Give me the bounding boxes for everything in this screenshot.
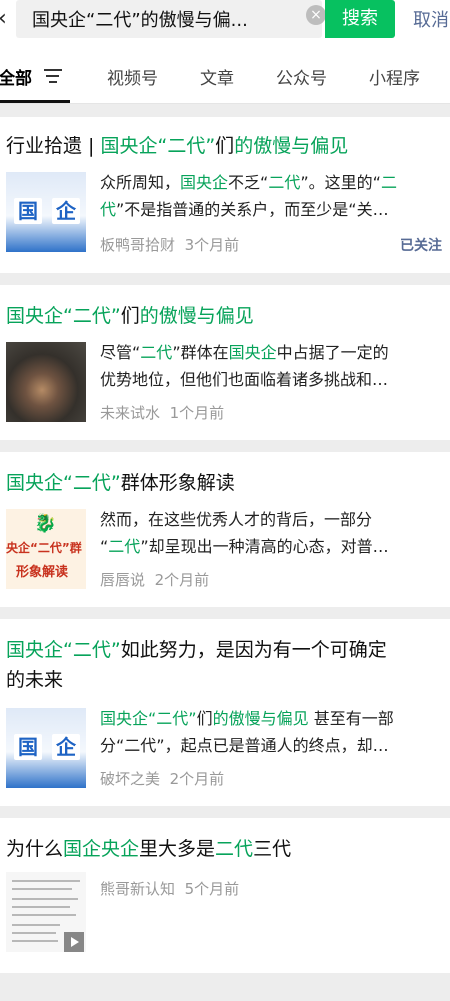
search-input[interactable]: 国央企“二代”的傲慢与偏... × bbox=[16, 0, 326, 38]
post-time: 2个月前 bbox=[169, 770, 225, 788]
result-title[interactable]: 国央企“二代”群体形象解读 bbox=[6, 468, 446, 498]
result-snippet-line-1: 众所周知，国央企不乏“二代”。这里的“二 bbox=[100, 173, 397, 192]
tab-articles[interactable]: 文章 bbox=[200, 64, 234, 89]
tab-bar: 全部 视频号 文章 公众号 小程序 bbox=[0, 42, 450, 104]
back-icon[interactable]: ‹ bbox=[0, 6, 16, 32]
result-thumbnail: 国 企 bbox=[6, 172, 86, 252]
clear-icon[interactable]: × bbox=[306, 5, 326, 25]
result-title[interactable]: 国央企“二代”如此努力，是因为有一个可确定 bbox=[6, 635, 446, 665]
result-title[interactable]: 国央企“二代”们的傲慢与偏见 bbox=[6, 301, 446, 331]
source-name[interactable]: 板鸭哥拾财 bbox=[100, 236, 175, 254]
result-thumbnail: 🐉 央企“二代”群 形象解读 bbox=[6, 509, 86, 589]
cancel-button[interactable]: 取消 bbox=[413, 6, 449, 32]
result-title-line-2[interactable]: 的未来 bbox=[6, 665, 446, 695]
tab-miniprograms[interactable]: 小程序 bbox=[369, 64, 420, 89]
result-meta: 未来试水 1个月前 bbox=[100, 402, 224, 423]
source-name[interactable]: 熊哥新认知 bbox=[100, 880, 175, 898]
result-card-5[interactable]: 为什么国企央企里大多是二代三代 熊哥新认知 5个月前 bbox=[0, 818, 450, 973]
followed-badge: 已关注 bbox=[400, 238, 442, 254]
result-card-2[interactable]: 国央企“二代”们的傲慢与偏见 尽管“二代”群体在国央企中占据了一定的 优势地位，… bbox=[0, 285, 450, 440]
search-button[interactable]: 搜索 bbox=[325, 0, 395, 38]
dragon-icon: 🐉 bbox=[34, 513, 57, 534]
result-thumbnail: 国 企 bbox=[6, 708, 86, 788]
post-time: 3个月前 bbox=[184, 236, 240, 254]
source-name[interactable]: 破坏之美 bbox=[100, 770, 160, 788]
result-card-4[interactable]: 国央企“二代”如此努力，是因为有一个可确定 的未来 国 企 国央企“二代”们的傲… bbox=[0, 619, 450, 806]
result-card-3[interactable]: 国央企“二代”群体形象解读 🐉 央企“二代”群 形象解读 然而，在这些优秀人才的… bbox=[0, 452, 450, 607]
result-meta: 熊哥新认知 5个月前 bbox=[100, 878, 239, 899]
post-time: 1个月前 bbox=[169, 404, 225, 422]
result-snippet-line-1: 国央企“二代”们的傲慢与偏见 甚至有一部 bbox=[100, 709, 394, 728]
result-snippet-line-2: 分“二代”，起点已是普通人的终点，却… bbox=[100, 736, 389, 755]
play-icon[interactable] bbox=[64, 932, 84, 952]
post-time: 5个月前 bbox=[184, 880, 240, 898]
result-thumbnail bbox=[6, 872, 86, 952]
post-time: 2个月前 bbox=[154, 571, 210, 589]
result-snippet-line-1: 然而，在这些优秀人才的背后，一部分 bbox=[100, 510, 373, 529]
search-bar: ‹ 国央企“二代”的傲慢与偏... × 搜索 取消 bbox=[0, 0, 450, 42]
result-meta: 破坏之美 2个月前 bbox=[100, 768, 224, 789]
source-name[interactable]: 未来试水 bbox=[100, 404, 160, 422]
result-meta: 板鸭哥拾财 3个月前 bbox=[100, 234, 239, 255]
tab-channels[interactable]: 视频号 bbox=[107, 64, 158, 89]
filter-icon[interactable] bbox=[44, 69, 62, 87]
result-snippet-line-1: 尽管“二代”群体在国央企中占据了一定的 bbox=[100, 343, 389, 362]
tab-accounts[interactable]: 公众号 bbox=[276, 64, 327, 89]
result-title[interactable]: 行业拾遗 | 国央企“二代”们的傲慢与偏见 bbox=[6, 131, 446, 161]
result-snippet-line-2: 优势地位，但他们也面临着诸多挑战和… bbox=[100, 370, 389, 389]
result-thumbnail bbox=[6, 342, 86, 422]
tab-indicator bbox=[0, 100, 70, 103]
result-title[interactable]: 为什么国企央企里大多是二代三代 bbox=[6, 834, 446, 864]
result-meta: 唇唇说 2个月前 bbox=[100, 569, 209, 590]
search-query[interactable]: 国央企“二代”的傲慢与偏... bbox=[32, 6, 248, 32]
tab-all[interactable]: 全部 bbox=[0, 64, 32, 89]
result-snippet-line-2: 代”不是指普通的关系户，而至少是“关… bbox=[100, 200, 389, 219]
result-snippet-line-2: “二代”却呈现出一种清高的心态，对普… bbox=[100, 537, 389, 556]
source-name[interactable]: 唇唇说 bbox=[100, 571, 145, 589]
result-card-1[interactable]: 行业拾遗 | 国央企“二代”们的傲慢与偏见 国 企 众所周知，国央企不乏“二代”… bbox=[0, 117, 450, 273]
